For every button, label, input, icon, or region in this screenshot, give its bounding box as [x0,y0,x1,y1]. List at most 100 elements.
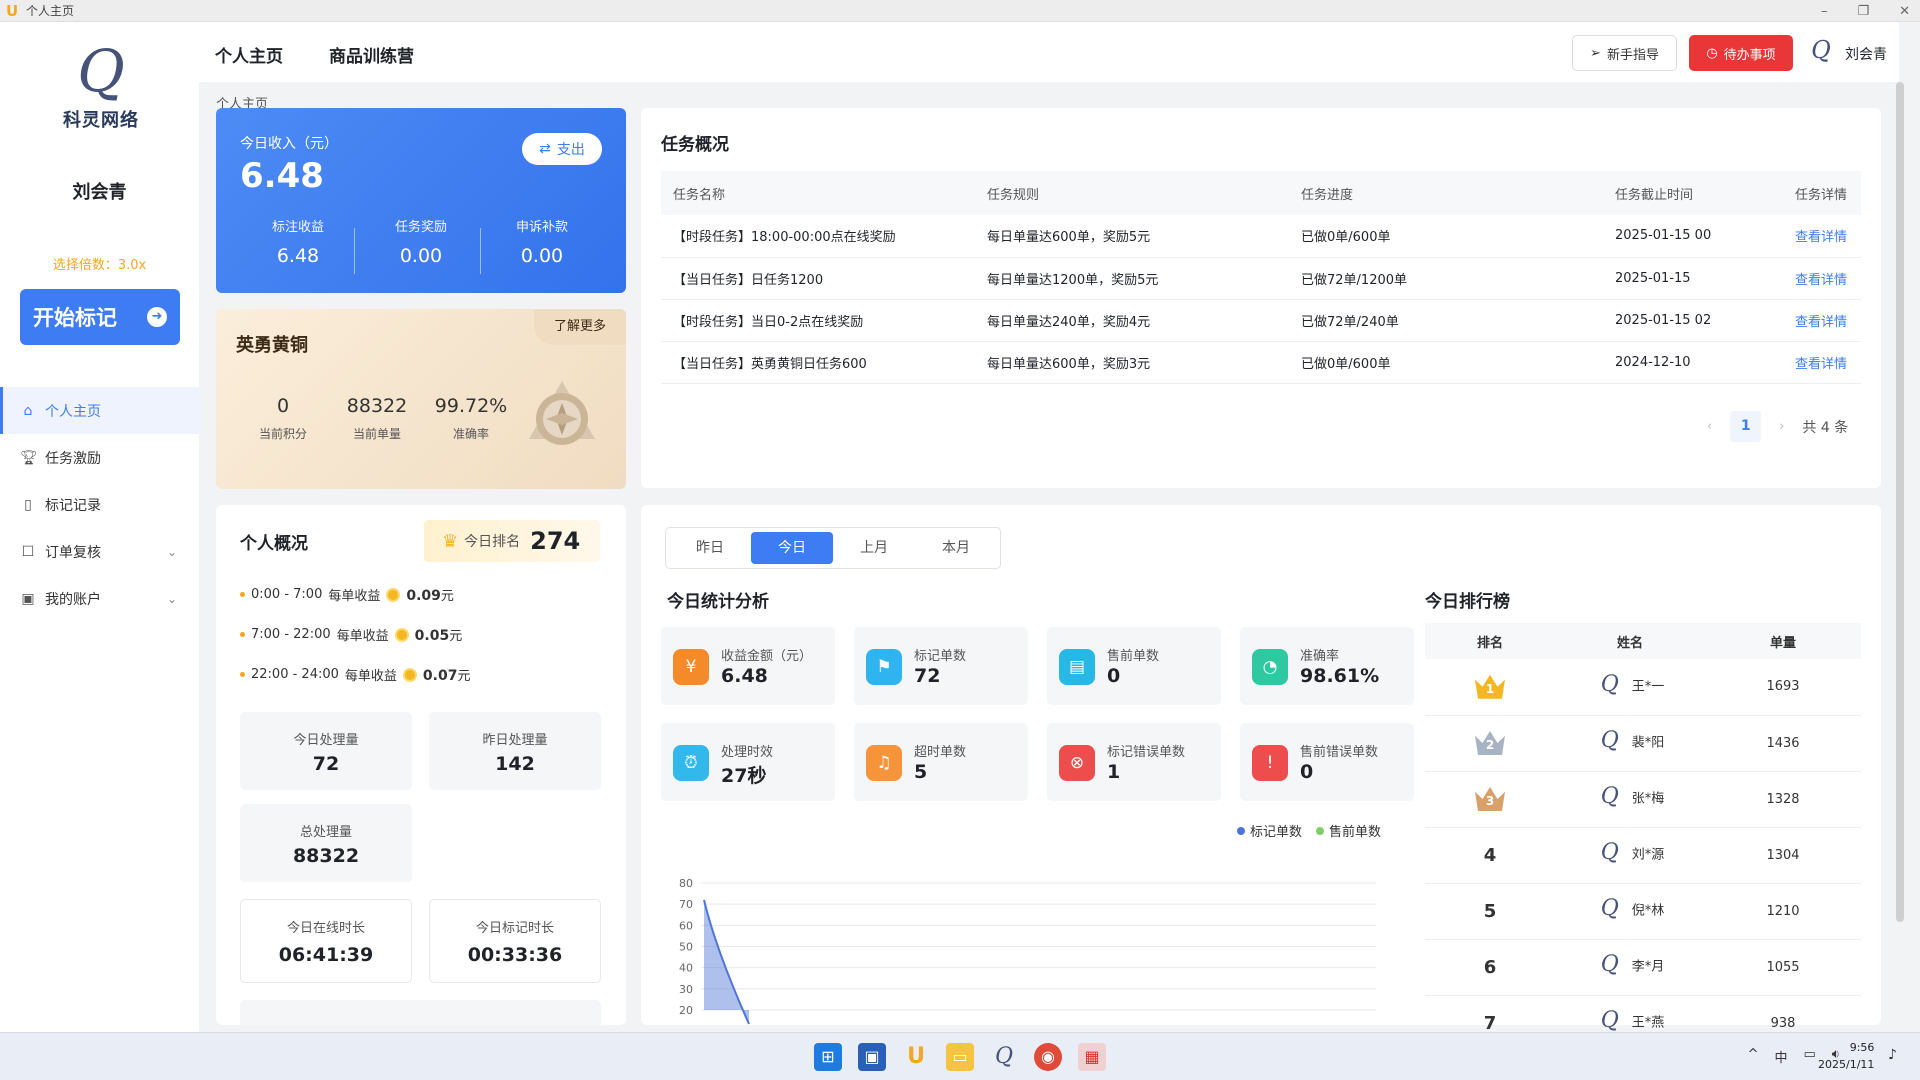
gold-crown-icon: 1 [1475,674,1505,699]
notification-bell-icon[interactable]: ♪ [1888,1047,1897,1063]
task-progress: 已做72单/1200单 [1289,257,1603,300]
page-scrollbar[interactable] [1896,82,1904,922]
system-clock[interactable]: 9:56 2025/1/11 [1818,1039,1874,1073]
windows-taskbar: ⊞ ▣ U ▭ Q ◉ ▦ ^ 中 ▭ 🔉︎ 9:56 2025/1/11 ♪ [0,1032,1920,1080]
stats-title: 今日统计分析 [667,592,769,612]
tray-chevron-up[interactable]: ^ [1748,1047,1759,1066]
segment-last-month[interactable]: 上月 [833,532,915,564]
ranking-title: 今日排行榜 [1425,592,1510,612]
kpi-label: 收益金额（元） [721,649,813,664]
rank-name-cell: Q 裴*阳 [1555,715,1705,772]
chrome-icon[interactable]: ◉ [1034,1043,1062,1071]
tab-home[interactable]: 个人主页 [215,42,283,67]
chevron-down-icon: ⌄ [166,591,177,606]
rank-count: 1436 [1705,715,1861,772]
window-title: 个人主页 [26,4,75,18]
task-progress: 已做72单/240单 [1289,299,1603,342]
kpi-label: 标记单数 [914,649,967,664]
network-icon[interactable]: ▭ [1804,1047,1816,1066]
sidebar-item-home[interactable]: ⌂ 个人主页 [0,387,199,434]
table-header-row: 排名 姓名 单量 [1425,623,1861,659]
bronze-badge-icon [529,381,595,445]
avatar: Q [1600,671,1619,697]
start-marking-button[interactable]: 开始标记 ➜ [20,289,180,345]
kpi-marked: ⚑ 标记单数 72 [854,627,1028,705]
y-tick-label: 40 [679,962,693,975]
checkbox-icon: ☐ [21,543,35,560]
ime-indicator[interactable]: 中 [1774,1047,1787,1066]
todo-button-label: 待办事项 [1723,47,1776,63]
rank-name: 裴*阳 [1631,735,1665,751]
app-u-icon[interactable]: U [902,1043,930,1071]
rank-name-cell: Q 王*一 [1555,659,1705,716]
task-progress: 已做0单/600单 [1289,341,1603,384]
tile-label: 今日处理量 [293,733,359,748]
avatar: Q [1600,784,1619,809]
task-rule: 每日单量达240单，奖励4元 [975,299,1289,342]
chevron-right-icon[interactable]: › [1779,419,1784,434]
brand-q-icon: Q [77,37,125,105]
avatar[interactable]: Q [1806,36,1836,68]
segment-this-month[interactable]: 本月 [915,532,997,564]
kpi-presale-errors: ! 售前错误单数 0 [1240,723,1414,801]
minimize-icon[interactable]: – [1821,4,1828,19]
app-q-icon[interactable]: Q [990,1043,1018,1071]
legend-item[interactable]: 标记单数 [1237,821,1302,840]
tile-label: 今日标记时长 [475,921,554,936]
tile-label: 今日在线时长 [286,921,365,936]
divider [480,228,481,274]
kpi-processing-time: ⏰︎ 处理时效 27秒 [661,723,835,801]
view-details-link[interactable]: 查看详情 [1783,215,1861,258]
chart-legend: 标记单数 售前单数 [1237,821,1381,840]
overview-title: 个人概况 [240,534,308,554]
kpi-value: 0 [1300,761,1314,783]
task-rule: 每日单量达600单，奖励3元 [975,341,1289,384]
tile-label: 总处理量 [299,825,352,840]
sidebar-item-order-review[interactable]: ☐ 订单复核 ⌄ [0,528,199,575]
level-stat-value: 0 [276,395,290,417]
segment-yesterday[interactable]: 昨日 [669,532,751,564]
folder-icon[interactable]: ▭ [946,1043,974,1071]
rank-name: 王*一 [1631,679,1665,695]
income-label: 今日收入（元） [240,136,338,152]
todo-button[interactable]: ◷ 待办事项 [1689,35,1793,71]
app-calendar-icon[interactable]: ▦ [1078,1043,1106,1071]
rate-unit: 元 [457,669,471,684]
rate-time: 22:00 - 24:00 [251,667,339,682]
task-rule: 每日单量达1200单，奖励5元 [975,257,1289,300]
top-user-name[interactable]: 刘会青 [1845,44,1887,64]
rank-name-cell: Q 刘*源 [1555,827,1705,884]
kpi-value: 72 [914,665,941,687]
sidebar-item-my-account[interactable]: ▣ 我的账户 ⌄ [0,575,199,622]
store-icon[interactable]: ▣ [858,1043,886,1071]
legend-item[interactable]: 售前单数 [1316,821,1381,840]
task-deadline: 2025-01-15 02 [1603,299,1783,342]
document-icon: ▤ [1059,649,1095,685]
guide-button[interactable]: ➢ 新手指导 [1572,35,1677,71]
payout-button[interactable]: ⇄ 支出 [522,133,602,165]
sidebar-item-mark-records[interactable]: ▯ 标记记录 [0,481,199,528]
table-row: 5 Q 倪*林 1210 [1425,883,1861,940]
col-header: 单量 [1705,623,1861,659]
view-details-link[interactable]: 查看详情 [1783,257,1861,300]
kpi-value: 1 [1107,761,1121,783]
brand-logo: Q 科灵网络 [54,36,148,146]
view-details-link[interactable]: 查看详情 [1783,299,1861,342]
sidebar-item-task-incentive[interactable]: 🏆︎ 任务激励 [0,434,199,481]
coin-icon [402,667,417,682]
alert-icon: ! [1252,745,1288,781]
windows-start-icon[interactable]: ⊞ [814,1043,842,1071]
task-name: 【时段任务】18:00-00:00点在线奖励 [661,215,975,258]
segment-today[interactable]: 今日 [751,532,833,564]
coin-icon: ¥ [673,649,709,685]
income-sub-label: 任务奖励 [394,220,447,235]
close-icon[interactable]: ✕ [1899,4,1910,19]
chevron-left-icon[interactable]: ‹ [1707,419,1712,434]
page-number[interactable]: 1 [1730,411,1762,442]
view-details-link[interactable]: 查看详情 [1783,341,1861,384]
guide-button-label: 新手指导 [1606,47,1659,63]
learn-more-link[interactable]: 了解更多 [534,309,626,345]
tab-product-training[interactable]: 商品训练营 [329,42,414,67]
restore-icon[interactable]: ❐ [1857,4,1869,19]
bell-icon: ♫ [866,745,902,781]
